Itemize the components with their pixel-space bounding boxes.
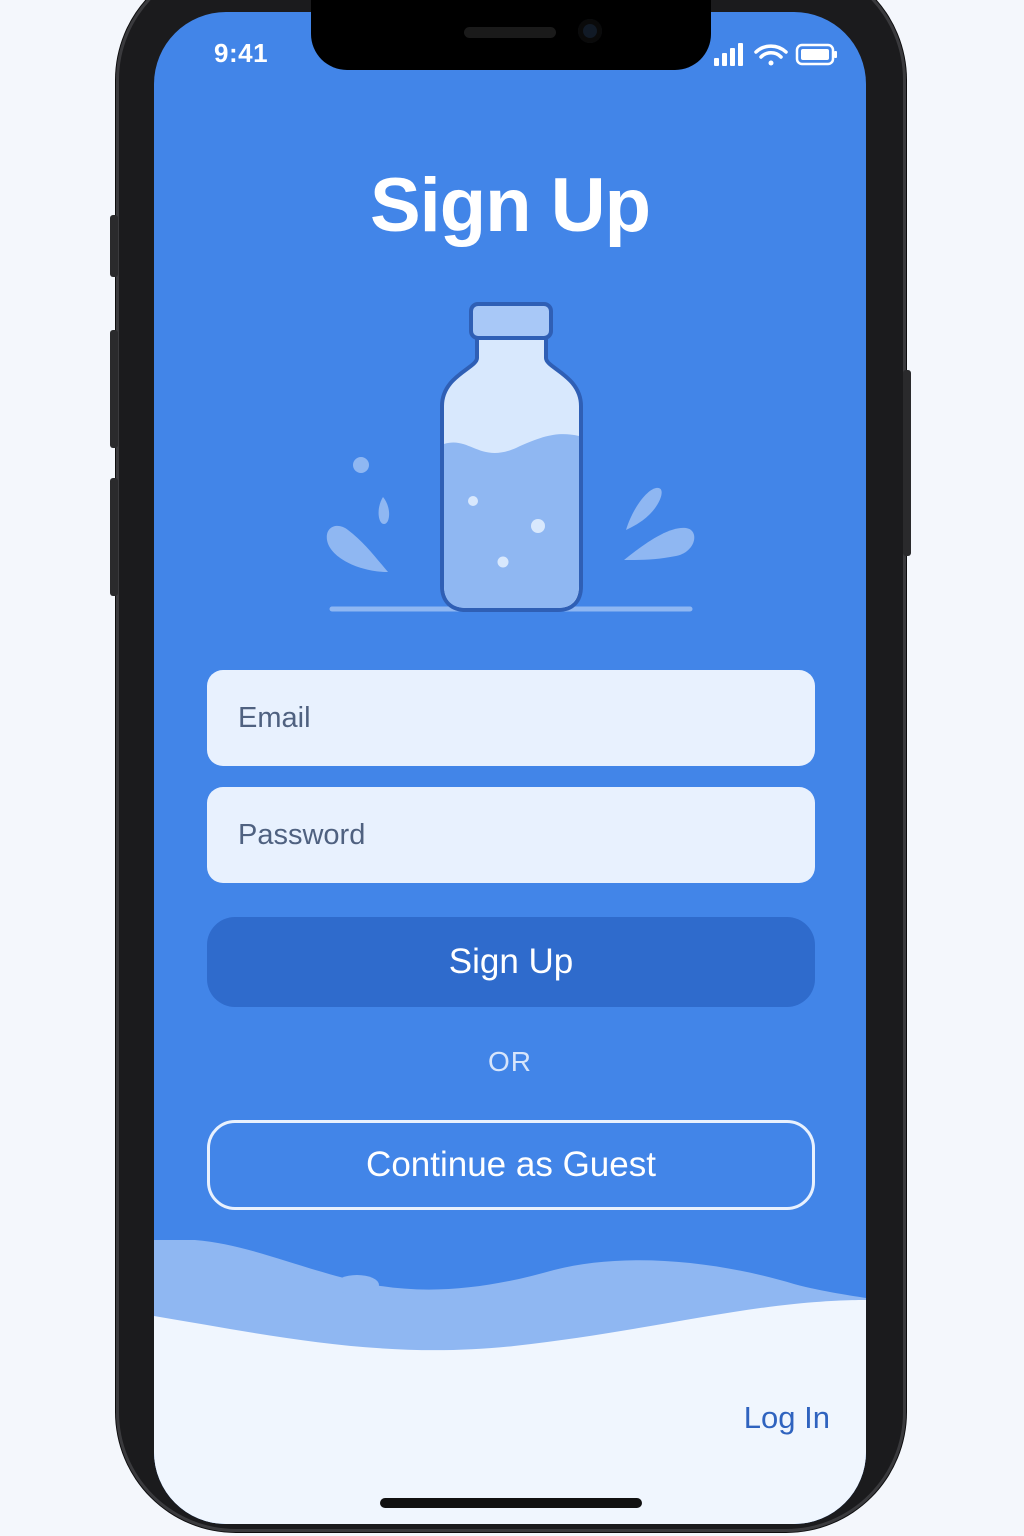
wifi-icon xyxy=(754,44,788,66)
volume-down-button xyxy=(110,478,118,596)
page-title: Sign Up xyxy=(369,163,651,248)
home-indicator[interactable] xyxy=(380,1498,642,1508)
or-divider-label: OR xyxy=(488,1046,532,1077)
water-bottle-illustration xyxy=(326,302,695,612)
cellular-signal-icon xyxy=(714,43,743,66)
bottle-icon xyxy=(440,302,583,612)
sign-up-button[interactable]: Sign Up xyxy=(207,917,815,1007)
email-field[interactable] xyxy=(207,670,815,766)
password-field[interactable] xyxy=(207,787,815,883)
log-in-link[interactable]: Log In xyxy=(700,1400,830,1436)
splash-right-icon xyxy=(624,487,695,560)
volume-up-button xyxy=(110,330,118,448)
continue-as-guest-button[interactable]: Continue as Guest xyxy=(207,1120,815,1210)
wave-decoration xyxy=(154,1240,866,1524)
splash-left-icon xyxy=(326,457,390,572)
front-camera xyxy=(578,19,602,43)
earpiece-speaker xyxy=(464,27,556,38)
app-stage: 9:41 Sign Up Email Sign Up OR Continue a… xyxy=(0,0,1024,1536)
power-button xyxy=(903,370,911,556)
battery-icon xyxy=(795,43,837,66)
status-icons xyxy=(714,43,837,66)
status-time: 9:41 xyxy=(214,38,269,68)
mute-switch xyxy=(110,215,118,277)
